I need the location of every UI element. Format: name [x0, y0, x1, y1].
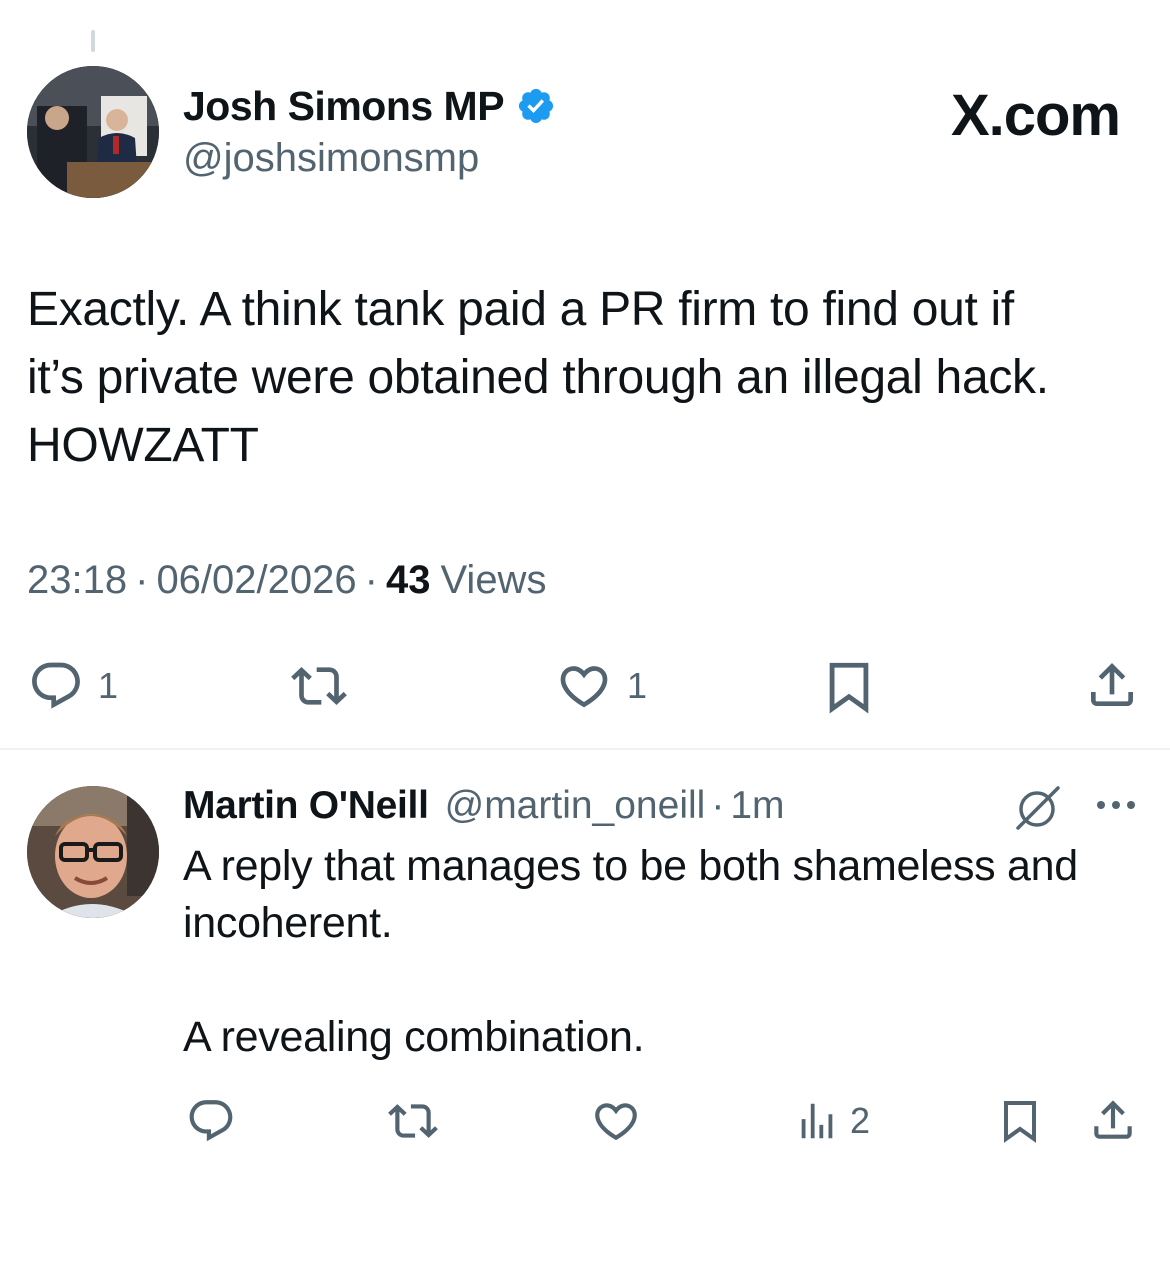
reply-time[interactable]: 1m	[730, 784, 784, 828]
more-icon	[1097, 801, 1135, 809]
reply-views-button[interactable]: 2	[794, 1098, 870, 1144]
post-divider	[0, 748, 1170, 750]
reply-author-avatar[interactable]	[27, 786, 159, 918]
retweet-icon	[291, 667, 347, 705]
reply-icon	[32, 662, 80, 709]
reply-separator: ·	[711, 784, 725, 827]
xcom-watermark: X.com	[950, 83, 1121, 148]
post-text-line: HOWZATT	[27, 419, 259, 472]
bookmark-icon	[1004, 1101, 1036, 1143]
reply-author-handle[interactable]: @martin_oneill	[445, 784, 706, 828]
bookmark-icon	[829, 662, 869, 714]
share-button[interactable]	[1084, 656, 1140, 714]
author-name[interactable]: Josh Simons MP	[183, 83, 505, 130]
reply-reply-button[interactable]	[186, 1096, 236, 1146]
grok-button[interactable]	[1012, 784, 1064, 839]
reply-like-button[interactable]	[590, 1096, 642, 1146]
reply-share-button[interactable]	[1088, 1094, 1138, 1146]
reply-icon	[189, 1100, 233, 1142]
reply-text: A reply that manages to be both shameles…	[183, 838, 1153, 1066]
like-button[interactable]: 1	[555, 658, 647, 714]
views-count[interactable]: 43	[386, 558, 431, 603]
reply-author-name[interactable]: Martin O'Neill	[183, 784, 429, 828]
reply-count: 1	[98, 665, 119, 706]
verified-badge-icon	[518, 88, 554, 124]
reply-text-blank-line	[183, 952, 1153, 1009]
retweet-button[interactable]	[287, 658, 351, 714]
author-avatar[interactable]	[27, 66, 159, 198]
more-button[interactable]	[1094, 794, 1138, 821]
reply-text-line: A revealing combination.	[183, 1013, 645, 1061]
views-icon	[801, 1103, 833, 1139]
grok-icon	[1016, 786, 1060, 830]
post-text-line: it’s private were obtained through an il…	[27, 351, 1049, 404]
retweet-icon	[388, 1104, 438, 1138]
like-icon	[560, 666, 608, 708]
meta-separator: ·	[364, 558, 378, 602]
bookmark-button[interactable]	[820, 658, 878, 716]
post-date[interactable]: 06/02/2026	[156, 558, 356, 603]
post-text-line: Exactly. A think tank paid a PR firm to …	[27, 283, 1014, 336]
reply-retweet-button[interactable]	[385, 1096, 441, 1146]
share-icon	[1091, 663, 1133, 706]
views-label[interactable]: Views	[440, 558, 546, 603]
post-meta: 23:18 · 06/02/2026 · 43 Views	[27, 558, 546, 603]
like-icon	[595, 1103, 637, 1141]
author-handle[interactable]: @joshsimonsmp	[183, 136, 479, 181]
meta-separator: ·	[135, 558, 149, 602]
reply-text-line: incoherent.	[183, 899, 393, 947]
reply-views-count: 2	[850, 1100, 871, 1141]
thread-connector-line	[91, 30, 95, 52]
share-icon	[1094, 1100, 1132, 1139]
like-count: 1	[627, 665, 648, 706]
reply-text-line: A reply that manages to be both shameles…	[183, 842, 1078, 890]
reply-bookmark-button[interactable]	[996, 1096, 1044, 1146]
reply-header: Martin O'Neill @martin_oneill · 1m	[183, 780, 785, 832]
post-time[interactable]: 23:18	[27, 558, 127, 603]
post-text: Exactly. A think tank paid a PR firm to …	[27, 276, 1147, 480]
author-name-row: Josh Simons MP	[183, 78, 556, 134]
reply-button[interactable]: 1	[28, 658, 118, 714]
